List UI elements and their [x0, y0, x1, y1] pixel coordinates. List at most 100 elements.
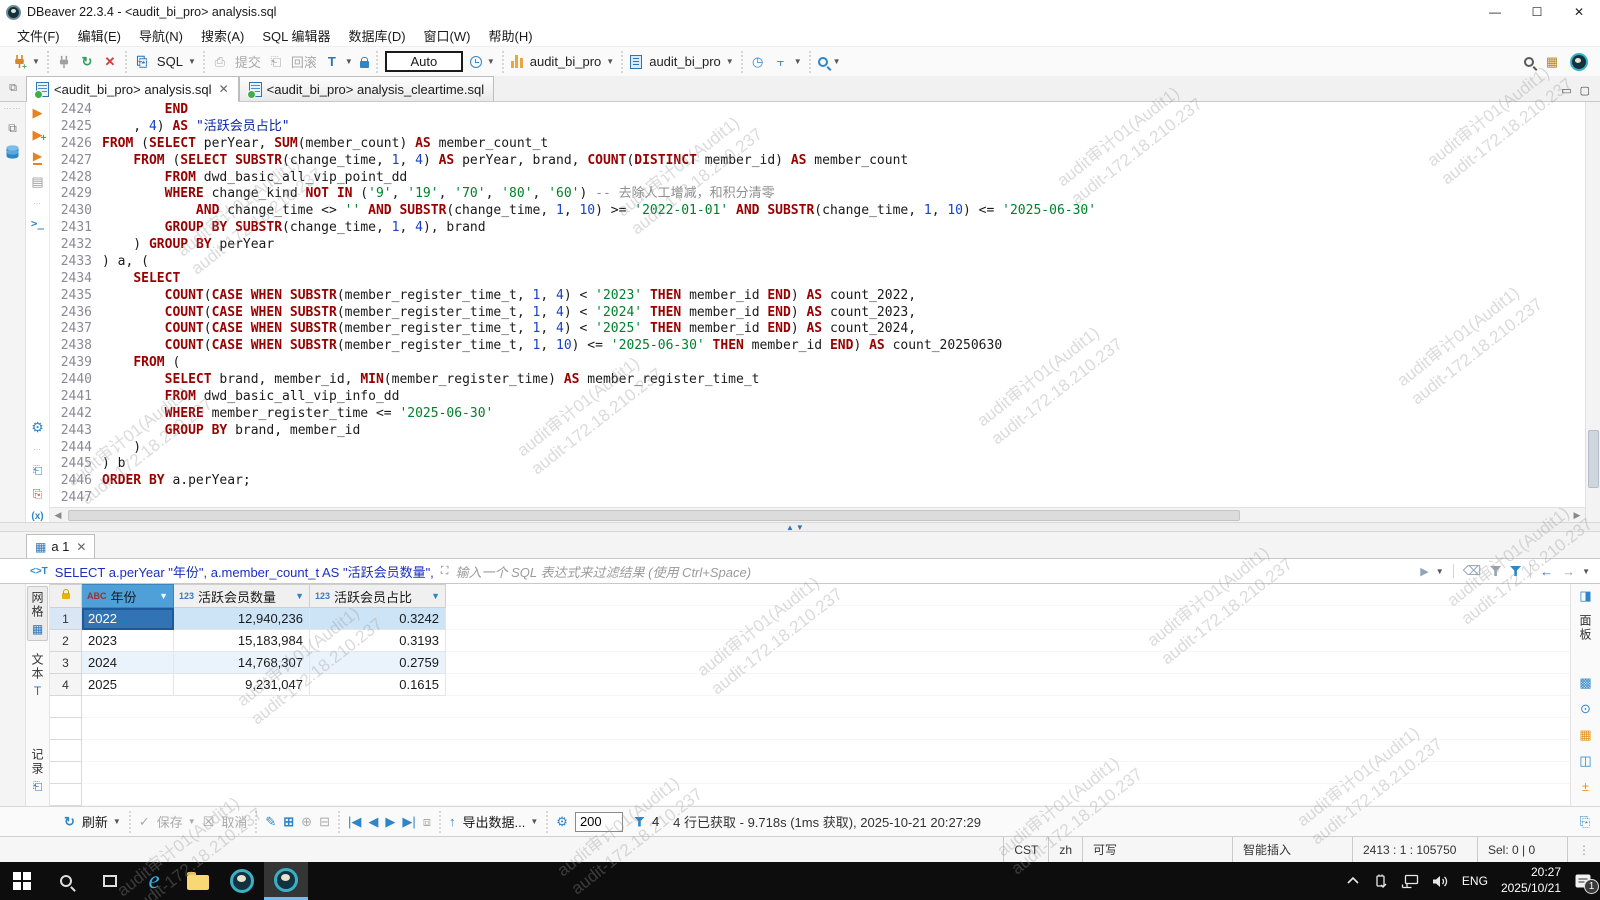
menu-search[interactable]: 搜索(A) [192, 24, 253, 47]
prev-page-icon[interactable]: ◀ [368, 814, 378, 830]
table-row[interactable]: 420259,231,0470.1615 [50, 674, 1570, 696]
output-console-icon[interactable]: >_ [31, 217, 44, 230]
quick-search-icon[interactable] [1524, 57, 1534, 67]
save-label[interactable]: 保存 [157, 812, 183, 831]
search-data-icon[interactable] [818, 57, 828, 67]
result-set-tab[interactable]: ▦ a 1 ✕ [26, 534, 95, 558]
code-line[interactable]: 2438 COUNT(CASE WHEN SUBSTR(member_regis… [50, 338, 1585, 355]
taskbar-search-button[interactable] [44, 862, 88, 900]
scroll-left-icon[interactable]: ◀ [50, 510, 66, 521]
dbeaver-app-button-active[interactable] [264, 862, 308, 900]
cell[interactable]: 0.1615 [310, 674, 446, 696]
volume-icon[interactable] [1432, 874, 1449, 889]
filter-settings-icon[interactable] [1510, 566, 1521, 576]
sort-caret-icon[interactable]: ▼ [295, 591, 304, 601]
row-number[interactable]: 3 [50, 652, 82, 674]
timeout-caret[interactable]: ▼ [487, 57, 495, 66]
plug-icon[interactable] [56, 54, 72, 70]
refresh-icon[interactable]: ↻ [64, 814, 75, 830]
row-number[interactable]: 4 [50, 674, 82, 696]
menu-edit[interactable]: 编辑(E) [69, 24, 130, 47]
sql-button-label[interactable]: SQL [157, 54, 183, 69]
code-line[interactable]: 2447 [50, 490, 1585, 507]
column-header-1[interactable]: ABC年份▼ [82, 584, 174, 608]
rollback-label[interactable]: 回滚 [291, 52, 317, 71]
row-filter-icon[interactable] [634, 817, 645, 827]
cell[interactable]: 0.2759 [310, 652, 446, 674]
cell[interactable]: 12,940,236 [174, 608, 310, 630]
row-number[interactable]: 2 [50, 630, 82, 652]
commit-mode-selector[interactable]: Auto [385, 51, 463, 72]
minimize-button[interactable]: — [1474, 0, 1516, 24]
taskbar-clock[interactable]: 20:27 2025/10/21 [1501, 865, 1561, 896]
code-line[interactable]: 2435 COUNT(CASE WHEN SUBSTR(member_regis… [50, 288, 1585, 305]
cell[interactable]: 2023 [82, 630, 174, 652]
editor-settings-gear-icon[interactable]: ⚙ [31, 419, 44, 436]
execute-statement-icon[interactable]: ▶ [33, 106, 43, 119]
column-header-3[interactable]: 123活跃会员占比▼ [310, 584, 446, 608]
caret-position[interactable]: 2413 : 1 : 105750 [1352, 837, 1477, 862]
cell[interactable]: 2025 [82, 674, 174, 696]
tray-expand-chevron-icon[interactable] [1346, 876, 1360, 886]
action-center-button[interactable]: 1 [1574, 873, 1592, 890]
code-line[interactable]: 2430 AND change_time <> '' AND SUBSTR(ch… [50, 203, 1585, 220]
sash-collapse-icons[interactable]: ▲▼ [786, 523, 806, 532]
database-caret[interactable]: ▼ [606, 57, 614, 66]
last-page-icon[interactable]: ▶| [402, 814, 415, 830]
code-line[interactable]: 2440 SELECT brand, member_id, MIN(member… [50, 372, 1585, 389]
collapsed-panel-icon[interactable]: ⧉ [8, 121, 17, 136]
commit-label[interactable]: 提交 [235, 52, 261, 71]
variables-icon[interactable]: (x) [31, 511, 43, 522]
task-view-button[interactable] [88, 862, 132, 900]
new-connection-caret[interactable]: ▼ [32, 57, 40, 66]
code-line[interactable]: 2441 FROM dwd_basic_all_vip_info_dd [50, 389, 1585, 406]
menu-database[interactable]: 数据库(D) [340, 24, 415, 47]
code-line[interactable]: 2424 END [50, 102, 1585, 119]
nav-back-icon[interactable]: ← [1540, 564, 1553, 579]
export-file-icon[interactable]: ⎗ [33, 463, 43, 478]
table-row[interactable]: 1202212,940,2360.3242 [50, 608, 1570, 630]
references-panel-icon[interactable]: ▦ [1579, 727, 1591, 743]
layout-panel-icon[interactable]: ◫ [1579, 753, 1591, 769]
editor-results-splitter[interactable]: ▲▼ [0, 522, 1600, 532]
add-row-icon[interactable]: ⊞ [283, 814, 294, 830]
first-page-icon[interactable]: |◀ [348, 814, 361, 830]
refresh-label[interactable]: 刷新 [82, 812, 108, 831]
commit-type-icon[interactable]: ⫟ [773, 54, 789, 70]
schema-selector[interactable]: audit_bi_pro [649, 54, 721, 69]
next-page-icon[interactable]: ▶ [385, 814, 395, 830]
commit-type-caret[interactable]: ▼ [794, 57, 802, 66]
filter-history-caret[interactable]: ▼ [1436, 567, 1444, 576]
aggregate-panel-icon[interactable]: ± [1582, 779, 1589, 794]
hscroll-thumb[interactable] [68, 510, 1240, 521]
table-row[interactable]: 2202315,183,9840.3193 [50, 630, 1570, 652]
cell[interactable]: 0.3193 [310, 630, 446, 652]
transaction-timeout-icon[interactable] [470, 56, 482, 68]
code-line[interactable]: 2442 WHERE member_register_time <= '2025… [50, 406, 1585, 423]
code-line[interactable]: 2425 , 4) AS "活跃会员占比" [50, 119, 1585, 136]
input-language-indicator[interactable]: ENG [1462, 874, 1488, 888]
save-caret[interactable]: ▼ [188, 817, 196, 826]
cell[interactable]: 2024 [82, 652, 174, 674]
sort-caret-icon[interactable]: ▼ [159, 591, 168, 601]
cell[interactable]: 15,183,984 [174, 630, 310, 652]
tab-close-icon[interactable]: ✕ [219, 82, 229, 96]
scroll-right-icon[interactable]: ▶ [1569, 510, 1585, 521]
database-selector[interactable]: audit_bi_pro [530, 54, 602, 69]
refresh-caret[interactable]: ▼ [113, 817, 121, 826]
close-button[interactable]: ✕ [1558, 0, 1600, 24]
internet-explorer-button[interactable]: e [132, 862, 176, 900]
code-line[interactable]: 2443 GROUP BY brand, member_id [50, 423, 1585, 440]
cell[interactable]: 2022 [82, 608, 174, 630]
erase-filter-icon[interactable]: ⌫ [1463, 563, 1481, 579]
code-line[interactable]: 2439 FROM ( [50, 355, 1585, 372]
export-caret[interactable]: ▼ [530, 817, 538, 826]
cancel-label[interactable]: 取消 [221, 812, 247, 831]
export-icon[interactable]: ↑ [449, 814, 456, 829]
rail-handle[interactable]: ⋯⋯ [4, 104, 22, 113]
menu-navigate[interactable]: 导航(N) [130, 24, 192, 47]
menu-help[interactable]: 帮助(H) [479, 24, 541, 47]
result-grid[interactable]: ABC年份▼123活跃会员数量▼123活跃会员占比▼ 1202212,940,2… [50, 584, 1570, 806]
code-line[interactable]: 2427 FROM (SELECT SUBSTR(change_time, 1,… [50, 153, 1585, 170]
code-area[interactable]: 2424 END2425 , 4) AS "活跃会员占比"2426FROM (S… [50, 102, 1585, 507]
